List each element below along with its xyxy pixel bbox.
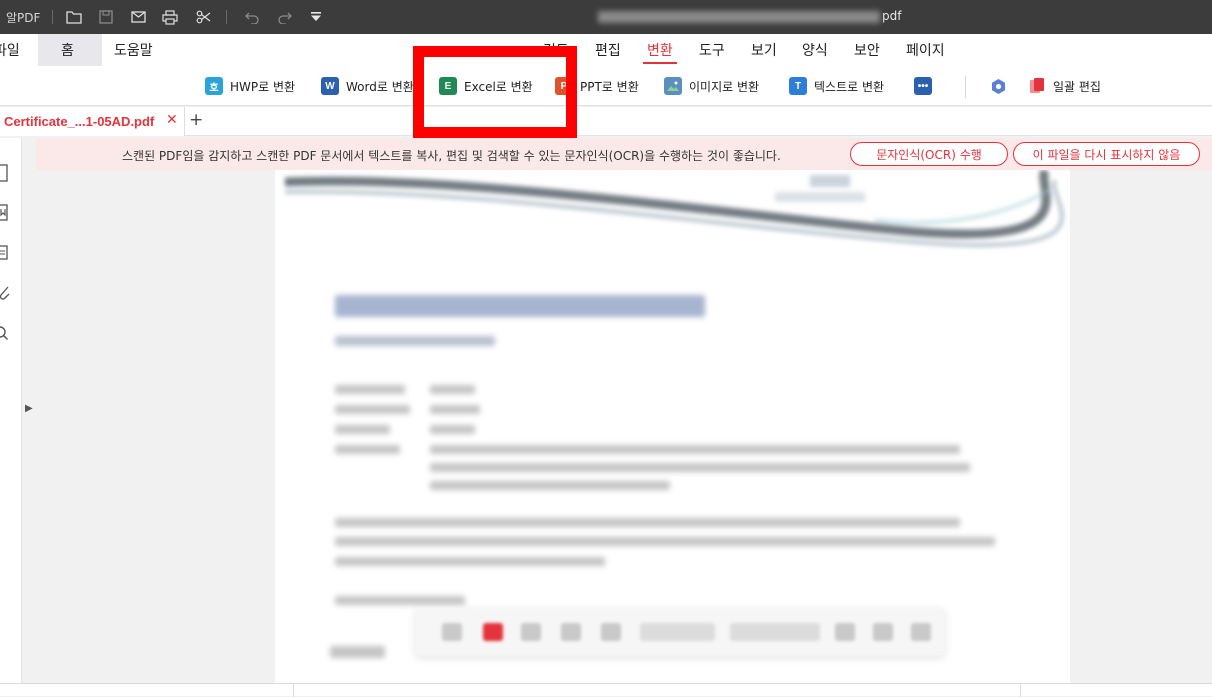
field-label xyxy=(335,405,410,414)
divider xyxy=(293,684,294,697)
field-label xyxy=(335,385,405,394)
paragraph-line xyxy=(335,518,960,527)
menu-bar: 파일 홈 도움말 검토 편집 변환 도구 보기 양식 보안 페이지 xyxy=(0,34,1212,66)
quick-access-dropdown-icon[interactable] xyxy=(306,7,326,27)
page-field[interactable] xyxy=(730,623,820,641)
left-sidebar xyxy=(0,138,22,683)
divider xyxy=(226,10,227,24)
ocr-notification-banner: 스캔된 PDF임을 감지하고 스캔한 PDF 문서에서 텍스트를 복사, 편집 … xyxy=(36,138,1212,170)
bookmark-icon[interactable] xyxy=(0,204,10,221)
field-value xyxy=(430,445,960,454)
thumbnail-icon[interactable] xyxy=(0,164,10,182)
hwp-icon: 호 xyxy=(205,77,223,95)
menu-security[interactable]: 보안 xyxy=(854,40,880,60)
undo-icon[interactable] xyxy=(242,7,262,27)
menu-home[interactable]: 홈 xyxy=(61,40,74,60)
toolbar-icon[interactable] xyxy=(521,623,541,641)
print-icon[interactable] xyxy=(160,7,180,27)
ocr-banner-message: 스캔된 PDF임을 감지하고 스캔한 PDF 문서에서 텍스트를 복사, 편집 … xyxy=(122,149,781,163)
settings-button[interactable] xyxy=(989,76,1014,96)
menu-tools[interactable]: 도구 xyxy=(699,40,725,60)
more-icon: ••• xyxy=(914,77,932,95)
file-name-redacted xyxy=(598,10,880,23)
redo-icon[interactable] xyxy=(274,7,294,27)
section-label xyxy=(335,596,465,605)
divider xyxy=(1020,684,1021,697)
toolbar-icon[interactable] xyxy=(835,623,855,641)
mail-icon[interactable] xyxy=(128,7,148,27)
run-ocr-button[interactable]: 문자인식(OCR) 수행 xyxy=(850,142,1008,166)
toolbar-icon[interactable] xyxy=(873,623,893,641)
field-label xyxy=(335,445,400,454)
document-tab-label: Certificate_...1-05AD.pdf xyxy=(4,114,155,129)
toolbar-icon[interactable] xyxy=(561,623,581,641)
close-tab-icon[interactable]: ✕ xyxy=(166,112,178,128)
image-icon xyxy=(664,77,682,95)
menu-file[interactable]: 파일 xyxy=(0,40,20,60)
document-subheading xyxy=(335,336,495,346)
menu-form[interactable]: 양식 xyxy=(802,40,828,60)
hwp-convert-button[interactable]: 호 HWP로 변환 xyxy=(205,76,295,96)
document-heading xyxy=(335,295,705,317)
title-bar: 알PDF pdf xyxy=(0,0,1212,34)
excel-highlight-box xyxy=(413,46,577,138)
toolbar-icon[interactable] xyxy=(911,623,931,641)
menu-view[interactable]: 보기 xyxy=(751,40,777,60)
table-cell xyxy=(330,646,385,658)
text-icon: T xyxy=(789,77,807,95)
document-tab-bar: Certificate_...1-05AD.pdf ✕ + xyxy=(0,107,1212,136)
expand-panel-icon[interactable]: ▶ xyxy=(25,403,33,414)
status-bar xyxy=(0,683,1212,697)
divider xyxy=(52,10,53,24)
comment-list-icon[interactable] xyxy=(0,244,10,260)
toolbar-icon[interactable] xyxy=(442,623,462,641)
certificate-header-graphic xyxy=(284,170,1064,247)
open-folder-icon[interactable] xyxy=(64,7,84,27)
app-name: 알PDF xyxy=(6,11,41,25)
menu-edit[interactable]: 편집 xyxy=(595,40,621,60)
scissors-icon[interactable] xyxy=(193,7,213,27)
window-title: pdf xyxy=(598,9,901,23)
toolbar-icon[interactable] xyxy=(483,623,503,641)
divider xyxy=(965,76,966,98)
floating-page-toolbar xyxy=(415,608,945,656)
save-icon[interactable] xyxy=(96,7,116,27)
menu-help[interactable]: 도움말 xyxy=(114,40,153,60)
paragraph-line xyxy=(335,557,605,566)
attachment-icon[interactable] xyxy=(0,284,10,300)
gear-icon xyxy=(989,77,1007,95)
field-value xyxy=(430,425,475,434)
field-value xyxy=(430,481,670,490)
paragraph-line xyxy=(335,537,995,546)
toolbar-icon[interactable] xyxy=(601,623,621,641)
word-convert-button[interactable]: W Word로 변환 xyxy=(321,76,414,96)
menu-convert[interactable]: 변환 xyxy=(647,40,673,60)
batch-edit-button[interactable]: 일괄 편집 xyxy=(1028,76,1101,96)
dont-show-again-button[interactable]: 이 파일을 다시 표시하지 않음 xyxy=(1013,142,1200,166)
field-value xyxy=(430,405,480,414)
document-tab[interactable]: Certificate_...1-05AD.pdf ✕ xyxy=(0,107,185,136)
field-label xyxy=(335,425,390,434)
document-page xyxy=(275,170,1070,683)
zoom-field[interactable] xyxy=(640,623,715,641)
add-tab-icon[interactable]: + xyxy=(189,110,203,130)
active-tab-indicator xyxy=(643,62,677,64)
word-icon: W xyxy=(321,77,339,95)
text-convert-button[interactable]: T 텍스트로 변환 xyxy=(789,76,884,96)
image-convert-button[interactable]: 이미지로 변환 xyxy=(664,76,759,96)
menu-page[interactable]: 페이지 xyxy=(906,40,945,60)
batch-edit-icon xyxy=(1028,77,1046,95)
convert-ribbon: 호 HWP로 변환 W Word로 변환 E Excel로 변환 P PPT로 … xyxy=(0,66,1212,106)
more-options-button[interactable]: ••• xyxy=(914,76,939,96)
field-value xyxy=(430,385,475,394)
search-icon[interactable] xyxy=(0,324,10,341)
field-value xyxy=(430,463,970,472)
